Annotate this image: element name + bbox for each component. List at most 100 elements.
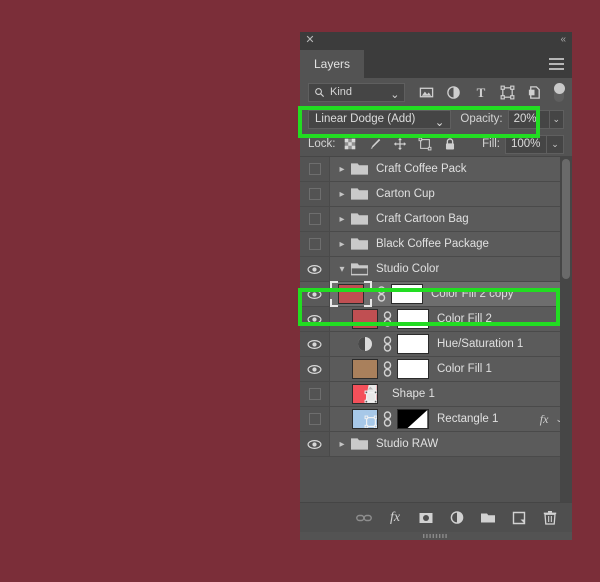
- lock-position-icon[interactable]: [393, 137, 407, 151]
- layer-mask-thumbnail[interactable]: [397, 309, 429, 329]
- grip-dots-icon: [423, 534, 447, 538]
- filter-smartobject-icon[interactable]: [527, 85, 542, 100]
- link-mask-icon[interactable]: [376, 286, 387, 302]
- folder-closed-icon: [351, 238, 368, 250]
- adjustment-thumbnail-icon[interactable]: [352, 334, 378, 354]
- lock-transparency-icon[interactable]: [343, 137, 357, 151]
- layer-visibility-toggle[interactable]: [300, 182, 330, 206]
- table-row[interactable]: ▸ Black Coffee Package: [300, 232, 572, 257]
- expand-arrow-icon[interactable]: ▸: [334, 189, 350, 200]
- table-row[interactable]: Color Fill 1: [300, 357, 572, 382]
- layer-visibility-toggle[interactable]: [300, 307, 330, 331]
- filter-adjustment-icon[interactable]: [446, 85, 461, 100]
- filter-type-icon[interactable]: T: [473, 85, 488, 100]
- link-mask-icon[interactable]: [382, 336, 393, 352]
- table-row[interactable]: Shape 1: [300, 382, 572, 407]
- link-mask-icon[interactable]: [382, 361, 393, 377]
- layer-name: Craft Cartoon Bag: [376, 213, 469, 225]
- layer-visibility-toggle[interactable]: [300, 157, 330, 181]
- close-icon[interactable]: ✕: [305, 35, 315, 46]
- eye-icon: [307, 289, 322, 299]
- layer-visibility-toggle[interactable]: [300, 207, 330, 231]
- vector-mask-badge-icon: [364, 390, 377, 403]
- fill-stepper[interactable]: ⌄: [547, 134, 564, 154]
- layer-mask-thumbnail[interactable]: [397, 409, 429, 429]
- table-row[interactable]: ▸ Carton Cup: [300, 182, 572, 207]
- eye-icon: [307, 314, 322, 324]
- expand-arrow-icon[interactable]: ▸: [334, 214, 350, 225]
- layer-thumbnail[interactable]: [338, 284, 364, 304]
- delete-layer-icon[interactable]: [542, 510, 558, 526]
- tab-layers[interactable]: Layers: [300, 50, 365, 78]
- table-row[interactable]: ▸ Craft Coffee Pack: [300, 157, 572, 182]
- layer-thumbnail-selected[interactable]: [330, 281, 372, 307]
- fill-label: Fill:: [482, 138, 500, 150]
- table-row[interactable]: ▾ Studio Color: [300, 257, 572, 282]
- panel-resize-grip[interactable]: [300, 532, 572, 540]
- layer-list-scrollbar[interactable]: [560, 157, 572, 502]
- filter-enable-toggle[interactable]: [554, 82, 565, 102]
- layer-visibility-toggle[interactable]: [300, 282, 330, 306]
- scrollbar-thumb[interactable]: [562, 159, 570, 279]
- layer-name: Studio Color: [376, 263, 440, 275]
- opacity-input[interactable]: 20%: [507, 109, 550, 129]
- layer-thumbnail[interactable]: [352, 309, 378, 329]
- link-layers-icon[interactable]: [356, 510, 372, 526]
- table-row[interactable]: ▸ Studio RAW: [300, 432, 572, 457]
- layer-thumbnail[interactable]: [352, 409, 378, 429]
- collapse-arrow-icon[interactable]: ▾: [334, 264, 350, 275]
- layer-mask-thumbnail[interactable]: [391, 284, 423, 304]
- panel-tabbar: Layers: [300, 50, 572, 78]
- tab-layers-label: Layers: [314, 57, 351, 71]
- link-mask-icon[interactable]: [382, 311, 393, 327]
- layer-name: Color Fill 1: [437, 363, 492, 375]
- new-group-icon[interactable]: [480, 510, 496, 526]
- layer-visibility-toggle[interactable]: [300, 332, 330, 356]
- table-row[interactable]: Color Fill 2 copy: [300, 281, 572, 307]
- collapse-chevrons-icon[interactable]: «: [560, 34, 565, 46]
- folder-open-icon: [351, 263, 368, 276]
- layer-visibility-toggle[interactable]: [300, 257, 330, 281]
- layer-visibility-toggle[interactable]: [300, 232, 330, 256]
- opacity-stepper[interactable]: ⌄: [549, 109, 564, 129]
- eye-icon: [307, 339, 322, 349]
- new-layer-icon[interactable]: [511, 510, 527, 526]
- layer-mask-thumbnail[interactable]: [397, 359, 429, 379]
- visibility-off-icon: [308, 163, 321, 175]
- layer-visibility-toggle[interactable]: [300, 407, 330, 431]
- filter-shape-icon[interactable]: [500, 85, 515, 100]
- layer-style-fx-icon[interactable]: fx: [387, 510, 403, 526]
- expand-arrow-icon[interactable]: ▸: [334, 239, 350, 250]
- link-mask-icon[interactable]: [382, 411, 393, 427]
- visibility-off-icon: [308, 413, 321, 425]
- expand-arrow-icon[interactable]: ▸: [334, 164, 350, 175]
- layer-name: Hue/Saturation 1: [437, 338, 524, 350]
- lock-image-icon[interactable]: [368, 137, 382, 151]
- filter-kind-select[interactable]: Kind ⌄: [308, 82, 406, 102]
- blend-mode-select[interactable]: Linear Dodge (Add) ⌄: [308, 109, 452, 129]
- opacity-label: Opacity:: [460, 113, 503, 125]
- layer-visibility-toggle[interactable]: [300, 357, 330, 381]
- lock-all-icon[interactable]: [443, 137, 457, 151]
- panel-menu-icon[interactable]: [549, 58, 564, 70]
- layer-thumbnail[interactable]: [352, 359, 378, 379]
- layer-style-fx-icon[interactable]: fx: [540, 412, 549, 427]
- fill-input[interactable]: 100%: [505, 134, 547, 154]
- new-adjustment-layer-icon[interactable]: [449, 510, 465, 526]
- table-row[interactable]: Rectangle 1 fx ⌄: [300, 407, 572, 432]
- layer-visibility-toggle[interactable]: [300, 432, 330, 456]
- lock-artboard-icon[interactable]: [418, 137, 432, 151]
- layer-mask-thumbnail[interactable]: [397, 334, 429, 354]
- table-row[interactable]: Color Fill 2: [300, 307, 572, 332]
- expand-arrow-icon[interactable]: ▸: [334, 439, 350, 450]
- eye-icon: [307, 264, 322, 274]
- filter-pixel-icon[interactable]: [419, 85, 434, 100]
- add-layer-mask-icon[interactable]: [418, 510, 434, 526]
- vector-mask-badge-icon: [364, 415, 377, 428]
- table-row[interactable]: Hue/Saturation 1: [300, 332, 572, 357]
- folder-closed-icon: [351, 213, 368, 225]
- layer-visibility-toggle[interactable]: [300, 382, 330, 406]
- visibility-off-icon: [308, 188, 321, 200]
- table-row[interactable]: ▸ Craft Cartoon Bag: [300, 207, 572, 232]
- layer-thumbnail[interactable]: [352, 384, 378, 404]
